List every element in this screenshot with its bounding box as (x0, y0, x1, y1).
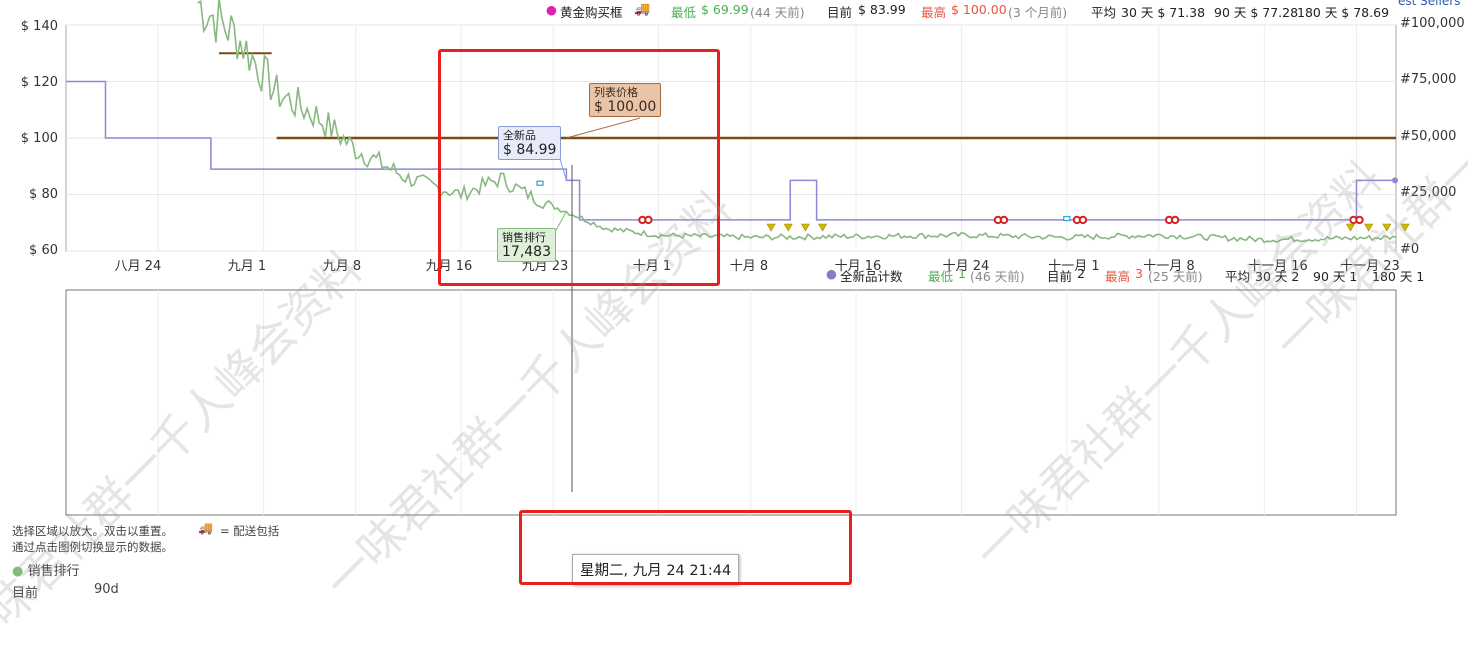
count-avg-label: 平均 (1225, 266, 1250, 285)
amazon-marker-icon (1001, 217, 1007, 223)
count-lowest-when: (46 天前) (970, 266, 1025, 285)
delivery-hint-icon: 🚚 (198, 521, 213, 535)
amazon-marker-icon (1172, 217, 1178, 223)
rank-tick-25000: #25,000 (1400, 185, 1456, 200)
sales-rank-line (198, 0, 1396, 242)
shipping-marker-icon (1401, 224, 1409, 231)
count-highest-when: (25 天前) (1148, 266, 1203, 285)
y-tick-60: $ 60 (8, 243, 58, 258)
upper-series (66, 0, 1409, 242)
delivery-hint: = 配送包括 (220, 523, 279, 539)
rank-legend-item[interactable]: ● 销售排行 (12, 560, 80, 579)
new-count-label[interactable]: 全新品计数 (840, 266, 903, 285)
count-highest-value: 3 (1135, 266, 1143, 281)
legend-hint: 通过点击图例切换显示的数据。 (12, 539, 173, 555)
rank-tick-100000: #100,000 (1400, 16, 1465, 31)
current-rank-range: 90d (94, 582, 119, 597)
count-avg30: 30 天 2 (1255, 266, 1299, 285)
shipping-marker-icon (1365, 224, 1373, 231)
shipping-marker-icon (1346, 224, 1354, 231)
new-count-dot-icon: ● (826, 266, 837, 281)
amazon-marker-icon (1080, 217, 1086, 223)
amazon-marker-icon (1356, 217, 1362, 223)
count-avg180: 180 天 1 (1372, 266, 1424, 285)
lower-grid (66, 290, 1396, 515)
y-tick-100: $ 100 (8, 131, 58, 146)
count-avg90: 90 天 1 (1313, 266, 1357, 285)
shipping-marker-icon (1383, 224, 1391, 231)
current-rank-label: 目前 (12, 582, 38, 601)
rank-tick-0: #0 (1400, 242, 1419, 257)
count-lowest-label: 最低 (928, 266, 953, 285)
y-tick-80: $ 80 (8, 187, 58, 202)
rank-legend-label: 销售排行 (27, 564, 79, 579)
highlight-box-date (519, 510, 852, 585)
count-lowest-value: 1 (958, 266, 966, 281)
offer-marker-icon (1064, 217, 1070, 221)
shipping-marker-icon (767, 224, 775, 231)
shipping-marker-icon (784, 224, 792, 231)
highlight-box-chart (438, 49, 720, 286)
count-highest-label: 最高 (1105, 266, 1130, 285)
zoom-hint: 选择区域以放大。双击以重置。 (12, 523, 173, 539)
count-current-value: 2 (1077, 266, 1085, 281)
count-legend: ● 全新品计数 最低 1 (46 天前) 目前 2 最高 3 (25 天前) 平… (0, 266, 1468, 286)
new-price-end-dot (1392, 177, 1398, 183)
count-current-label: 目前 (1047, 266, 1072, 285)
y-tick-120: $ 120 (8, 75, 58, 90)
new-price-line (66, 82, 1396, 220)
lower-plot-frame (66, 290, 1396, 515)
shipping-marker-icon (801, 224, 809, 231)
shipping-marker-icon (819, 224, 827, 231)
y-tick-140: $ 140 (8, 19, 58, 34)
rank-dot-icon: ● (12, 564, 23, 579)
rank-tick-50000: #50,000 (1400, 129, 1456, 144)
rank-tick-75000: #75,000 (1400, 72, 1456, 87)
